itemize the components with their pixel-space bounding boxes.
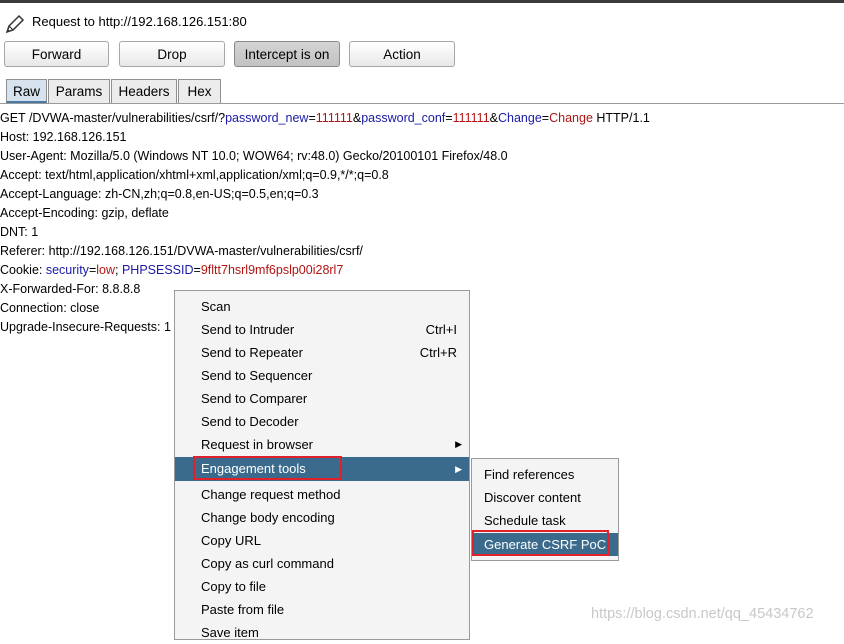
menu-item-save-item[interactable]: Save item	[175, 621, 469, 644]
request-line: GET /DVWA-master/vulnerabilities/csrf/?p…	[0, 111, 650, 125]
header-accept: Accept: text/html,application/xhtml+xml,…	[0, 168, 389, 182]
tab-hex[interactable]: Hex	[178, 79, 221, 103]
menu-item-change-body-encoding[interactable]: Change body encoding	[175, 506, 469, 529]
tabs-divider	[0, 103, 844, 104]
cookie-value: low	[96, 263, 116, 277]
intercept-toggle-button[interactable]: Intercept is on	[234, 41, 340, 67]
submenu-arrow-icon: ▶	[455, 464, 462, 474]
tab-headers[interactable]: Headers	[111, 79, 177, 103]
submenu-item-discover-content[interactable]: Discover content	[472, 486, 618, 509]
shortcut-label: Ctrl+R	[419, 345, 457, 360]
header-user-agent: User-Agent: Mozilla/5.0 (Windows NT 10.0…	[0, 149, 508, 163]
menu-item-scan[interactable]: Scan	[175, 295, 469, 318]
menu-item-label: Paste from file	[201, 602, 285, 617]
menu-item-label: Send to Comparer	[201, 391, 308, 406]
menu-item-label: Change request method	[201, 487, 341, 502]
header-referer: Referer: http://192.168.126.151/DVWA-mas…	[0, 244, 363, 258]
header-cookie: Cookie: security=low; PHPSESSID=9fltt7hs…	[0, 263, 344, 277]
header-accept-language: Accept-Language: zh-CN,zh;q=0.8,en-US;q=…	[0, 187, 319, 201]
param-value: Change	[549, 111, 593, 125]
header-dnt: DNT: 1	[0, 225, 39, 239]
menu-item-label: Change body encoding	[201, 510, 335, 525]
param-name: Change	[498, 111, 542, 125]
annotation-highlight-box	[193, 456, 342, 480]
menu-item-label: Send to Sequencer	[201, 368, 313, 383]
menu-item-send-to-comparer[interactable]: Send to Comparer	[175, 387, 469, 410]
menu-item-label: Request in browser	[201, 437, 313, 452]
http-version: HTTP/1.1	[592, 111, 650, 125]
tab-raw[interactable]: Raw	[6, 79, 47, 103]
menu-item-change-request-method[interactable]: Change request method	[175, 483, 469, 506]
menu-item-label: Copy to file	[201, 579, 267, 594]
action-button[interactable]: Action	[349, 41, 455, 67]
submenu-item-schedule-task[interactable]: Schedule task	[472, 509, 618, 532]
menu-item-paste-from-file[interactable]: Paste from file	[175, 598, 469, 621]
param-name: password_conf	[361, 111, 446, 125]
menu-item-copy-as-curl[interactable]: Copy as curl command	[175, 552, 469, 575]
pencil-icon	[5, 14, 25, 34]
menu-item-label: Scan	[201, 299, 231, 314]
menu-item-label: Send to Decoder	[201, 414, 299, 429]
menu-item-send-to-repeater[interactable]: Send to Repeater Ctrl+R	[175, 341, 469, 364]
cookie-label: Cookie:	[0, 263, 46, 277]
menu-item-label: Save item	[201, 625, 259, 640]
menu-item-label: Copy URL	[201, 533, 261, 548]
request-target-title: Request to http://192.168.126.151:80	[32, 14, 247, 29]
watermark: https://blog.csdn.net/qq_45434762	[591, 606, 814, 622]
submenu-item-find-references[interactable]: Find references	[472, 463, 618, 486]
menu-item-copy-url[interactable]: Copy URL	[175, 529, 469, 552]
param-value: 111111	[315, 111, 353, 125]
param-value: 111111	[452, 111, 490, 125]
menu-item-label: Copy as curl command	[201, 556, 334, 571]
param-name: password_new	[225, 111, 309, 125]
header-host: Host: 192.168.126.151	[0, 130, 127, 144]
cookie-value: 9fltt7hsrl9mf6pslp00i28rl7	[200, 263, 344, 277]
menu-item-send-to-decoder[interactable]: Send to Decoder	[175, 410, 469, 433]
menu-item-copy-to-file[interactable]: Copy to file	[175, 575, 469, 598]
request-method-path: GET /DVWA-master/vulnerabilities/csrf/?	[0, 111, 226, 125]
menu-item-send-to-intruder[interactable]: Send to Intruder Ctrl+I	[175, 318, 469, 341]
menu-item-label: Send to Intruder	[201, 322, 295, 337]
shortcut-label: Ctrl+I	[425, 322, 457, 337]
cookie-name: security	[45, 263, 89, 277]
header-accept-encoding: Accept-Encoding: gzip, deflate	[0, 206, 169, 220]
menu-item-send-to-sequencer[interactable]: Send to Sequencer	[175, 364, 469, 387]
submenu-arrow-icon: ▶	[455, 439, 462, 449]
annotation-highlight-box	[472, 530, 609, 556]
menu-item-request-in-browser[interactable]: Request in browser ▶	[175, 433, 469, 456]
tab-params[interactable]: Params	[48, 79, 110, 103]
menu-item-label: Send to Repeater	[201, 345, 303, 360]
cookie-name: PHPSESSID	[121, 263, 194, 277]
drop-button[interactable]: Drop	[119, 41, 225, 67]
forward-button[interactable]: Forward	[4, 41, 109, 67]
